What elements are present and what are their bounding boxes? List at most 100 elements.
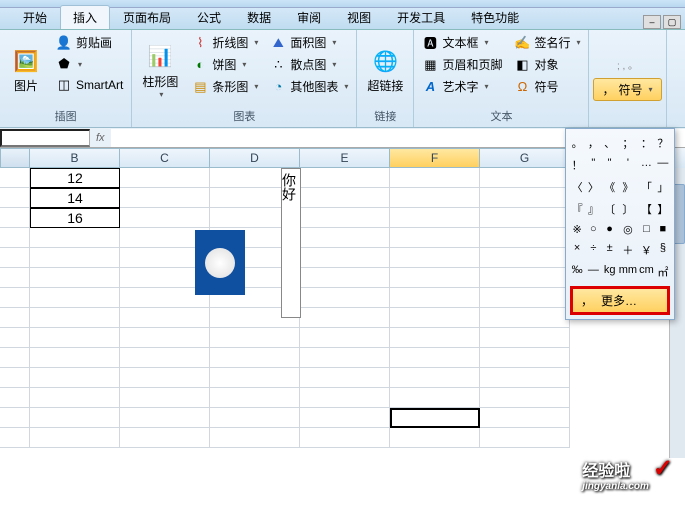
object-button[interactable]: ◧ 对象 xyxy=(510,54,584,75)
other-chart-button[interactable]: ◔ 其他图表▾ xyxy=(266,76,352,97)
symbol-item[interactable]: 》 xyxy=(619,177,637,197)
symbol-item[interactable]: 〉 xyxy=(586,177,600,197)
symbol-item[interactable]: ○ xyxy=(586,221,600,238)
symbol-item[interactable]: ■ xyxy=(656,221,670,238)
symbol-item[interactable]: 。 xyxy=(570,133,584,153)
area-chart-button[interactable]: ⛰ 面积图▾ xyxy=(266,32,352,53)
header-footer-icon: ▦ xyxy=(422,57,438,73)
symbol-item[interactable]: 『 xyxy=(570,199,584,219)
symbol-item[interactable]: ； xyxy=(619,133,637,153)
symbol-item[interactable]: 】 xyxy=(656,199,670,219)
minimize-button[interactable]: – xyxy=(643,15,661,29)
symbol-item[interactable]: ' xyxy=(619,155,637,175)
symbol-item[interactable]: 」 xyxy=(656,177,670,197)
symbol-item[interactable]: × xyxy=(570,240,584,260)
symbol-item[interactable]: ￥ xyxy=(639,240,654,260)
inserted-picture[interactable] xyxy=(195,230,245,295)
name-box[interactable] xyxy=(0,129,90,147)
tab-formulas[interactable]: 公式 xyxy=(184,5,234,29)
tab-home[interactable]: 开始 xyxy=(10,5,60,29)
line-chart-label: 折线图 xyxy=(212,34,248,51)
column-chart-button[interactable]: 📊 柱形图 ▾ xyxy=(136,32,184,107)
pie-chart-button[interactable]: ◐ 饼图▾ xyxy=(188,54,262,75)
ribbon-group-charts: 📊 柱形图 ▾ ⌇ 折线图▾ ◐ 饼图▾ ▤ 条形图▾ xyxy=(132,30,357,127)
ribbon-group-illustrations: 🖼️ 图片 👤 剪贴画 ⬟ ▾ ◫ SmartArt 插图 xyxy=(0,30,132,127)
tab-data[interactable]: 数据 xyxy=(234,5,284,29)
restore-button[interactable]: ▢ xyxy=(663,15,681,29)
symbol-item[interactable]: ◎ xyxy=(619,221,637,238)
inserted-textbox[interactable]: 你好 xyxy=(281,168,301,318)
symbol-item[interactable]: ？ xyxy=(656,133,670,153)
signature-button[interactable]: ✍ 签名行▾ xyxy=(510,32,584,53)
col-header-b[interactable]: B xyxy=(30,148,120,168)
ribbon-group-symbol: ; , 。 ， 符号 ▾ xyxy=(589,30,666,127)
cell-b3[interactable]: 16 xyxy=(30,208,120,228)
ribbon-tabs: 开始 插入 页面布局 公式 数据 审阅 视图 开发工具 特色功能 – ▢ xyxy=(0,8,685,30)
group-label: 图表 xyxy=(136,107,352,125)
symbol-item[interactable]: kg xyxy=(603,262,617,282)
symbol-item[interactable]: ㎡ xyxy=(656,262,670,282)
symbol-item[interactable]: □ xyxy=(639,221,654,238)
symbol-item[interactable]: 〔 xyxy=(603,199,617,219)
cell-b1[interactable]: 12 xyxy=(30,168,120,188)
symbol-text-button[interactable]: Ω 符号 xyxy=(510,76,584,97)
tab-insert[interactable]: 插入 xyxy=(60,5,110,29)
symbol-item[interactable]: " xyxy=(603,155,617,175)
col-header-e[interactable]: E xyxy=(300,148,390,168)
symbol-item[interactable]: ！ xyxy=(570,155,584,175)
symbol-item[interactable]: 』 xyxy=(586,199,600,219)
tab-review[interactable]: 审阅 xyxy=(284,5,334,29)
tab-view[interactable]: 视图 xyxy=(334,5,384,29)
cell-b2[interactable]: 14 xyxy=(30,188,120,208)
symbol-popup: 。，、；：？ ！""'…— 〈〉《》「」 『』〔〕【】 ※○●◎□■ ×÷±＋￥… xyxy=(565,128,675,320)
symbol-item[interactable]: 【 xyxy=(639,199,654,219)
col-header-d[interactable]: D xyxy=(210,148,300,168)
column-chart-label: 柱形图 xyxy=(142,73,178,90)
shapes-button[interactable]: ⬟ ▾ xyxy=(52,54,127,74)
tab-features[interactable]: 特色功能 xyxy=(458,5,532,29)
symbol-item[interactable]: — xyxy=(586,262,600,282)
tab-developer[interactable]: 开发工具 xyxy=(384,5,458,29)
symbol-item[interactable]: 《 xyxy=(603,177,617,197)
symbol-item[interactable]: 〕 xyxy=(619,199,637,219)
symbol-item[interactable]: 「 xyxy=(639,177,654,197)
symbol-item[interactable]: ÷ xyxy=(586,240,600,260)
clipart-button[interactable]: 👤 剪贴画 xyxy=(52,32,127,53)
area-chart-icon: ⛰ xyxy=(270,35,286,51)
symbol-dropdown-button[interactable]: ， 符号 ▾ xyxy=(593,78,661,101)
scatter-chart-button[interactable]: ∴ 散点图▾ xyxy=(266,54,352,75)
symbol-item[interactable]: 、 xyxy=(603,133,617,153)
symbol-item[interactable]: — xyxy=(656,155,670,175)
symbol-item[interactable]: ※ xyxy=(570,221,584,238)
symbol-item[interactable]: … xyxy=(639,155,654,175)
more-symbols-button[interactable]: ， 更多… xyxy=(570,286,670,315)
textbox-button[interactable]: 🅰 文本框▾ xyxy=(418,32,506,53)
symbol-item[interactable]: cm xyxy=(639,262,654,282)
symbol-item[interactable]: ● xyxy=(603,221,617,238)
hyperlink-button[interactable]: 🌐 超链接 xyxy=(361,32,409,107)
symbol-item[interactable]: ： xyxy=(639,133,654,153)
symbol-item[interactable]: § xyxy=(656,240,670,260)
symbol-item[interactable]: ‰ xyxy=(570,262,584,282)
col-header-f[interactable]: F xyxy=(390,148,480,168)
col-header-g[interactable]: G xyxy=(480,148,570,168)
symbol-item[interactable]: 〈 xyxy=(570,177,584,197)
picture-button[interactable]: 🖼️ 图片 xyxy=(4,32,48,107)
fx-icon[interactable]: fx xyxy=(90,132,111,144)
tab-page-layout[interactable]: 页面布局 xyxy=(110,5,184,29)
col-header-c[interactable]: C xyxy=(120,148,210,168)
symbol-item[interactable]: " xyxy=(586,155,600,175)
bar-chart-button[interactable]: ▤ 条形图▾ xyxy=(188,76,262,97)
line-chart-button[interactable]: ⌇ 折线图▾ xyxy=(188,32,262,53)
clipart-label: 剪贴画 xyxy=(76,34,112,51)
header-footer-button[interactable]: ▦ 页眉和页脚 xyxy=(418,54,506,75)
clipart-icon: 👤 xyxy=(56,35,72,51)
wordart-button[interactable]: A 艺术字▾ xyxy=(418,76,506,97)
symbol-item[interactable]: mm xyxy=(619,262,637,282)
smartart-button[interactable]: ◫ SmartArt xyxy=(52,75,127,95)
symbol-item[interactable]: ± xyxy=(603,240,617,260)
symbol-item[interactable]: ， xyxy=(586,133,600,153)
ribbon: 🖼️ 图片 👤 剪贴画 ⬟ ▾ ◫ SmartArt 插图 xyxy=(0,30,685,128)
select-all-corner[interactable] xyxy=(0,148,30,168)
symbol-item[interactable]: ＋ xyxy=(619,240,637,260)
